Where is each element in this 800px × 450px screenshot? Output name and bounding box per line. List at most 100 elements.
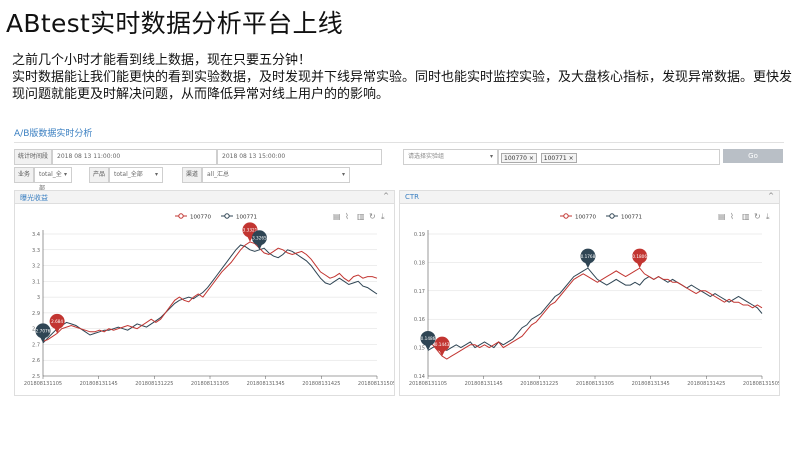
product-filter: 产品 total_全部 ▾ — [89, 167, 164, 183]
x-tick-label: 201808131425 — [687, 381, 725, 387]
product-label: 产品 — [89, 167, 110, 183]
chevron-down-icon: ▾ — [489, 153, 493, 160]
refresh-icon[interactable]: ↻ — [754, 212, 761, 221]
y-tick-label: 2.7 — [32, 342, 40, 348]
y-tick-label: 0.17 — [414, 289, 425, 295]
x-tick-label: 201808131425 — [302, 381, 340, 387]
y-tick-label: 0.19 — [414, 232, 425, 238]
time-range-filter: 统计时间段 2018 08 13 11:00:00 2018 08 13 15:… — [14, 149, 383, 165]
go-button[interactable]: Go — [723, 149, 783, 163]
panel-title: 曝光收益 — [20, 194, 48, 202]
marker-pin[interactable]: 0.1443 — [434, 336, 450, 357]
slide-title: ABtest实时数据分析平台上线 — [6, 9, 344, 38]
legend-marker — [563, 213, 569, 219]
y-tick-label: 0.14 — [414, 374, 425, 380]
x-tick-label: 201808131305 — [576, 381, 614, 387]
intro-line-2: 实时数据能让我们能更快的看到实验数据，及时发现并下线异常实验。同时也能实时监控实… — [12, 70, 793, 102]
experiment-tag-label: 100770 — [504, 155, 527, 162]
selected-tags-field[interactable]: 100770 × 100771 × — [498, 149, 720, 165]
business-select[interactable]: total_全部 ▾ — [34, 167, 73, 192]
remove-tag-icon[interactable]: × — [569, 155, 574, 162]
y-tick-label: 3 — [37, 295, 40, 301]
channel-label: 渠道 — [182, 167, 203, 183]
marker-label: 2.7076 — [36, 329, 51, 334]
data-view-icon[interactable]: ▤ — [718, 212, 726, 221]
chevron-up-icon[interactable]: ^ — [383, 192, 389, 200]
business-label: 业务 — [14, 167, 35, 183]
series-line-100771 — [42, 244, 378, 344]
legend-marker — [609, 213, 615, 219]
legend-label[interactable]: 100771 — [236, 215, 257, 221]
y-tick-label: 3.3 — [32, 248, 40, 254]
y-tick-label: 3.2 — [32, 264, 40, 270]
y-tick-label: 0.15 — [414, 346, 425, 352]
chevron-down-icon: ▾ — [342, 171, 346, 178]
marker-label: 0.1486 — [421, 336, 436, 341]
legend-label[interactable]: 100770 — [190, 215, 211, 221]
end-time-input[interactable]: 2018 08 13 15:00:00 — [217, 149, 383, 165]
exposure-revenue-panel: 曝光收益 ^ 100770100771▤⌇▥↻⤓2.52.62.72.82.93… — [14, 190, 395, 396]
chevron-up-icon[interactable]: ^ — [768, 192, 774, 200]
series-line-100770 — [42, 241, 378, 342]
y-tick-label: 2.5 — [32, 374, 40, 380]
legend-marker — [224, 213, 230, 219]
panel-title: CTR — [405, 193, 420, 201]
experiment-select[interactable]: 请选择实验组 ▾ — [403, 149, 498, 165]
line-chart-icon[interactable]: ⌇ — [345, 212, 349, 221]
intro-line-1: 之前几个小时才能看到线上数据，现在只要五分钟！ — [12, 53, 312, 68]
intro-text: 之前几个小时才能看到线上数据，现在只要五分钟！ 实时数据能让我们能更快的看到实验… — [12, 52, 792, 103]
ctr-chart: 100770 100771 ▤ ⌇ ▥ ↻ ⤓ 0.14 0.15 0.16 0.17 0.18 0.1… — [409, 212, 779, 387]
channel-select[interactable]: all_汇总 ▾ — [202, 167, 351, 183]
bar-chart-icon[interactable]: ▥ — [357, 212, 365, 221]
data-view-icon[interactable]: ▤ — [333, 212, 341, 221]
dashboard-title: A/B版数据实时分析 — [14, 129, 93, 139]
x-tick-label: 201808131105 — [24, 381, 62, 387]
marker-pin[interactable]: 0.1806 — [632, 248, 647, 269]
marker-label: 3.3265 — [252, 236, 267, 241]
download-icon[interactable]: ⤓ — [381, 212, 385, 221]
line-chart-icon[interactable]: ⌇ — [730, 212, 734, 221]
y-tick-label: 2.9 — [32, 311, 40, 317]
y-tick-label: 3.1 — [32, 279, 40, 285]
chart-legend: 100770 100771 — [560, 213, 642, 221]
legend-label[interactable]: 100770 — [575, 215, 596, 221]
refresh-icon[interactable]: ↻ — [369, 212, 376, 221]
remove-tag-icon[interactable]: × — [529, 155, 534, 162]
channel-select-value: all_汇总 — [207, 171, 230, 178]
marker-pin[interactable]: 2.684 — [49, 313, 65, 334]
x-tick-label: 201808131225 — [520, 381, 558, 387]
marker-pin[interactable]: 3.3265 — [251, 230, 267, 250]
product-select[interactable]: total_全部 ▾ — [109, 167, 164, 183]
product-select-value: total_全部 — [114, 171, 143, 178]
marker-label: 0.1806 — [632, 254, 647, 259]
x-tick-label: 201808131505 — [358, 381, 394, 387]
experiment-tag[interactable]: 100771 × — [540, 153, 577, 163]
marker-pin[interactable]: 2.7076 — [35, 323, 51, 343]
marker-label: 2.684 — [51, 319, 63, 324]
exposure-revenue-chart: 100770100771▤⌇▥↻⤓2.52.62.72.82.933.13.23… — [24, 212, 394, 387]
bar-chart-icon[interactable]: ▥ — [742, 212, 750, 221]
chevron-down-icon: ▾ — [155, 171, 159, 178]
experiment-tag[interactable]: 100770 × — [501, 153, 537, 163]
x-tick-label: 201808131345 — [247, 381, 285, 387]
panel-header: CTR ^ — [400, 191, 779, 204]
marker-pin[interactable]: 0.1768 — [580, 248, 596, 269]
experiment-select-placeholder: 请选择实验组 — [408, 153, 445, 160]
experiment-tag-label: 100771 — [543, 155, 567, 162]
x-tick-label: 201808131145 — [465, 381, 503, 387]
x-tick-label: 201808131105 — [409, 381, 447, 387]
dashboard-divider — [14, 142, 784, 143]
y-tick-label: 2.6 — [32, 358, 40, 364]
time-range-label: 统计时间段 — [14, 149, 53, 165]
download-icon[interactable]: ⤓ — [766, 212, 770, 221]
y-tick-label: 0.18 — [414, 260, 425, 266]
x-tick-label: 201808131225 — [135, 381, 173, 387]
y-tick-label: 3.4 — [32, 232, 40, 238]
experiment-filter: 请选择实验组 ▾ 100770 × 100771 × — [403, 149, 720, 165]
legend-label[interactable]: 100771 — [621, 215, 642, 221]
channel-filter: 渠道 all_汇总 ▾ — [182, 167, 351, 183]
start-time-input[interactable]: 2018 08 13 11:00:00 — [52, 149, 218, 165]
x-tick-label: 201808131345 — [632, 381, 670, 387]
ctr-panel: CTR ^ 100770 100771 ▤ ⌇ ▥ ↻ ⤓ 0.14 0.15 0.16 0.17 0… — [399, 190, 780, 396]
chart-legend: 100770 100771 — [175, 213, 257, 221]
